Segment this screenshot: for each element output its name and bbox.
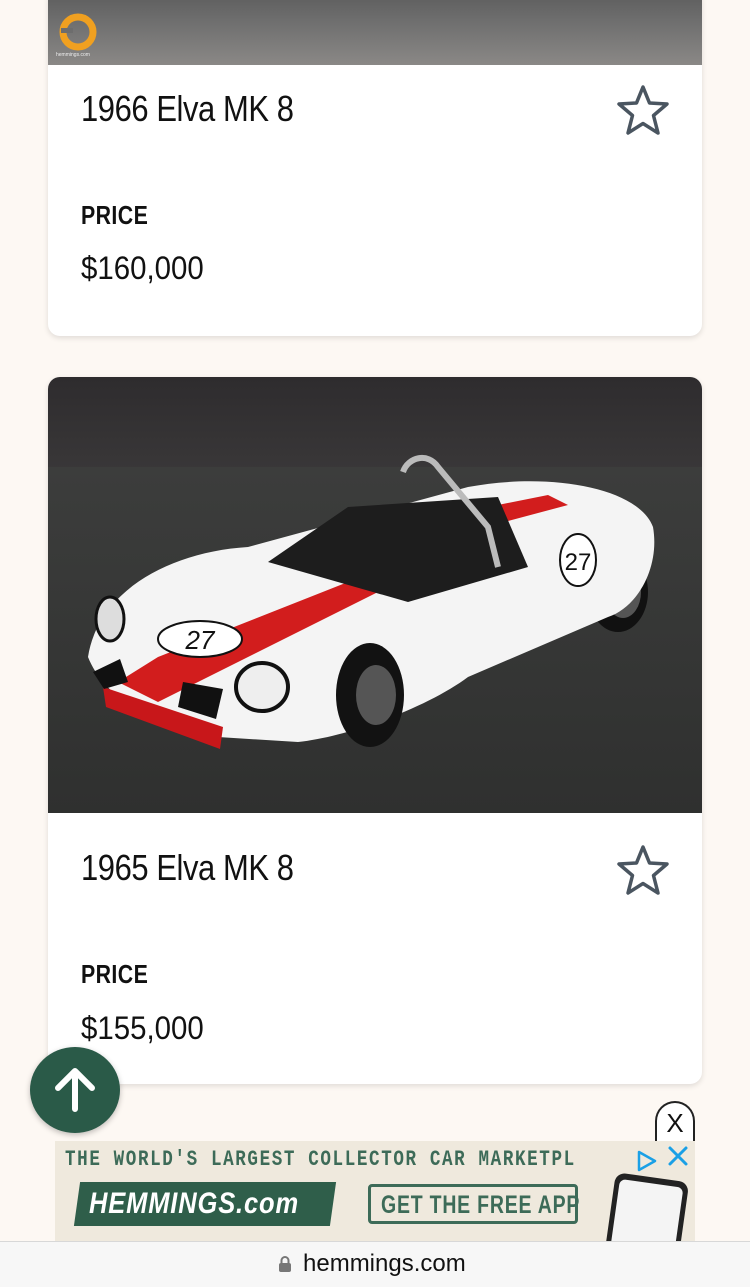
car-number: 27 bbox=[185, 625, 216, 655]
ad-phone-image bbox=[604, 1172, 690, 1241]
price-value: $160,000 bbox=[81, 250, 204, 286]
listing-card[interactable]: hemmings.com 1966 Elva MK 8 PRICE $160,0… bbox=[48, 0, 702, 336]
browser-address-bar[interactable]: hemmings.com bbox=[0, 1241, 750, 1287]
url-text[interactable]: hemmings.com bbox=[303, 1250, 466, 1278]
ad-choices-icon[interactable] bbox=[635, 1149, 659, 1173]
listing-photo[interactable]: hemmings.com bbox=[48, 0, 702, 65]
car-photo: 27 27 bbox=[48, 377, 702, 813]
star-outline-icon[interactable] bbox=[616, 84, 670, 136]
ad-cta-button[interactable]: GET THE FREE APP bbox=[368, 1184, 581, 1224]
ad-headline: THE WORLD'S LARGEST COLLECTOR CAR MARKET… bbox=[65, 1147, 576, 1172]
price-value: $155,000 bbox=[81, 1010, 204, 1046]
price-label: PRICE bbox=[81, 959, 149, 989]
ad-cta-label: GET THE FREE APP bbox=[381, 1191, 581, 1219]
star-outline-icon[interactable] bbox=[616, 844, 670, 896]
photo-watermark: hemmings.com bbox=[56, 52, 90, 58]
ad-dismiss-icon[interactable] bbox=[667, 1145, 689, 1167]
listing-photo[interactable]: 27 27 bbox=[48, 377, 702, 813]
listing-title[interactable]: 1966 Elva MK 8 bbox=[81, 88, 294, 130]
listing-card[interactable]: 27 27 1965 Elva MK 8 PRICE $155,000 bbox=[48, 377, 702, 1084]
ad-brand-logo: HEMMINGS.com bbox=[73, 1182, 337, 1226]
ad-banner[interactable]: THE WORLD'S LARGEST COLLECTOR CAR MARKET… bbox=[55, 1141, 695, 1241]
lock-icon bbox=[279, 1256, 291, 1272]
listing-title[interactable]: 1965 Elva MK 8 bbox=[81, 847, 294, 889]
ad-brand-text: HEMMINGS.com bbox=[89, 1187, 299, 1220]
scroll-to-top-button[interactable] bbox=[30, 1047, 120, 1133]
price-label: PRICE bbox=[81, 200, 149, 230]
ad-close-button[interactable]: X bbox=[655, 1101, 695, 1141]
arrow-up-icon bbox=[55, 1068, 95, 1112]
car-number-side: 27 bbox=[565, 549, 592, 576]
dealer-logo-icon bbox=[59, 13, 97, 51]
